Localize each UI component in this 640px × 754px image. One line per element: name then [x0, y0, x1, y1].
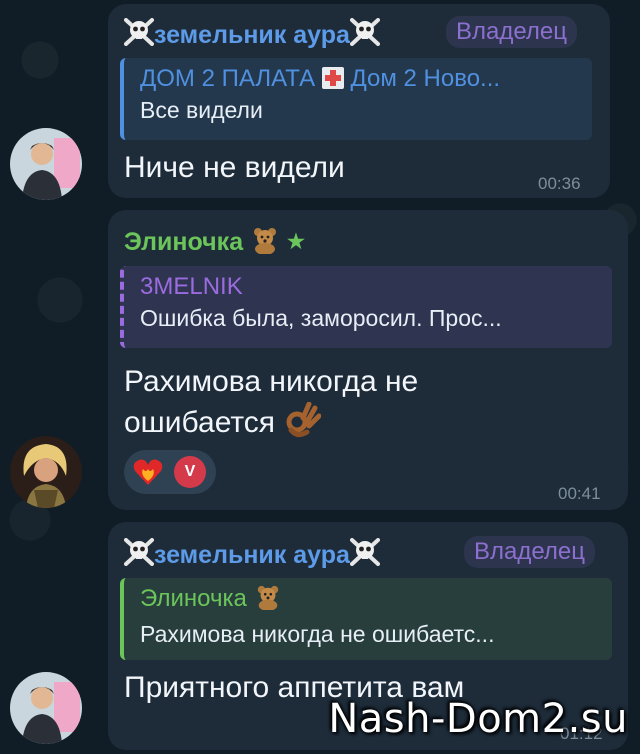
message-text: Ниче не видели	[124, 151, 345, 184]
fire-heart-icon	[132, 457, 164, 492]
sender-name[interactable]: земельник аура	[124, 538, 380, 573]
user-avatar-icon	[10, 436, 82, 508]
sender-label: земельник аура	[154, 21, 350, 49]
message-text-line: Рахимова никогда не	[124, 365, 419, 398]
sender-name[interactable]: земельник аура	[124, 18, 380, 53]
reaction-chip[interactable]: V	[124, 450, 216, 494]
message-time: 00:36	[538, 174, 581, 193]
reply-sender: ДОМ 2 ПАЛАТА Дом 2 Ново...	[140, 65, 501, 92]
skull-icon	[124, 538, 154, 573]
skull-icon	[124, 18, 154, 53]
reply-text: Рахимова никогда не ошибаетс...	[140, 621, 495, 647]
reply-quote[interactable]: 3MELNIK Ошибка была, заморосил. Прос...	[120, 266, 612, 348]
reaction-avatar: V	[174, 456, 206, 488]
avatar[interactable]	[10, 128, 82, 200]
sender-name[interactable]: Элиночка ★	[124, 226, 305, 261]
hospital-icon	[321, 67, 344, 89]
user-avatar-icon	[10, 128, 82, 200]
star-icon: ★	[287, 231, 305, 253]
role-badge: Владелец	[446, 16, 578, 48]
sender-label: Элиночка	[124, 228, 244, 256]
message-time: 00:41	[558, 484, 601, 503]
reply-text: Ошибка была, заморосил. Прос...	[140, 305, 502, 331]
teddy-bear-icon	[250, 226, 280, 261]
skull-icon	[349, 18, 380, 53]
message-text-line: ошибается	[124, 406, 276, 439]
user-avatar-icon	[10, 672, 82, 744]
avatar[interactable]	[10, 672, 82, 744]
teddy-bear-icon	[254, 584, 282, 618]
reply-text: Все видели	[140, 97, 263, 123]
ok-hand-icon	[283, 401, 322, 449]
reply-quote[interactable]: ДОМ 2 ПАЛАТА Дом 2 Ново... Все видели	[120, 58, 592, 140]
sender-label: земельник аура	[154, 541, 350, 569]
reply-sender: 3MELNIK	[140, 273, 243, 300]
skull-icon	[349, 538, 380, 573]
avatar[interactable]	[10, 436, 82, 508]
message-text: Рахимова никогда не ошибается	[124, 362, 418, 449]
role-badge: Владелец	[464, 536, 596, 568]
reply-sender: Элиночка	[140, 584, 612, 618]
watermark: Nash-Dom2.su	[328, 696, 628, 742]
reply-quote[interactable]: Элиночка Рахимова никогда не ошибаетс...	[120, 578, 612, 660]
